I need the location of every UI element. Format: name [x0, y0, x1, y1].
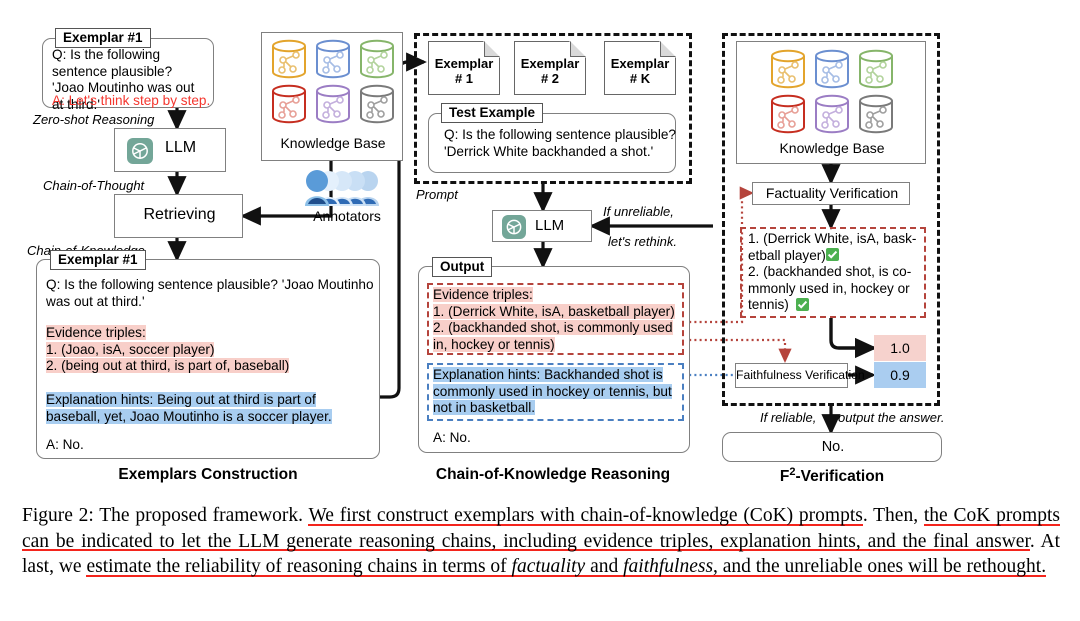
- explanation-hints-text: Explanation hints: Being out at third is…: [46, 392, 332, 424]
- output-answer: A: No.: [433, 430, 471, 445]
- f2-title-rest: -Verification: [795, 468, 885, 486]
- final-answer-box: No.: [722, 432, 942, 462]
- evidence-line-2: 2. (being out at third, is part of, base…: [46, 358, 290, 373]
- figure-caption: Figure 2: The proposed framework. We fir…: [22, 503, 1060, 580]
- knowledge-base-left-label: Knowledge Base: [280, 135, 386, 151]
- score-factuality: 1.0: [874, 335, 926, 361]
- rethink-label-line2: let's rethink.: [608, 234, 677, 249]
- check-mark-icon-1: [826, 248, 839, 261]
- knowledge-base-left: Knowledge Base: [261, 32, 403, 161]
- llm-box-left: LLM: [114, 128, 226, 172]
- section-title-cok-reasoning: Chain-of-Knowledge Reasoning: [435, 466, 671, 483]
- exemplar-bottom-answer: A: No.: [46, 437, 84, 452]
- score-faithfulness: 0.9: [874, 362, 926, 388]
- framework-diagram: Exemplar #1 Q: Is the following sentence…: [0, 0, 1080, 497]
- exemplar-card-2-line2: # 2: [540, 71, 560, 86]
- retrieving-box: Retrieving: [114, 194, 243, 238]
- exemplar-card-1-line2: # 1: [454, 71, 474, 86]
- verified-triple-line-4: mmonly used in, hockey or: [748, 280, 910, 296]
- caption-s3-b: and: [585, 556, 624, 577]
- exemplar-bottom-tag: Exemplar #1: [50, 250, 146, 270]
- edge-label-zero-shot-reasoning: Zero-shot Reasoning: [33, 112, 155, 127]
- exemplar-card-1[interactable]: Exemplar # 1: [428, 41, 500, 95]
- caption-italic-factuality: factuality: [511, 556, 586, 577]
- edge-label-chain-of-thought: Chain-of-Thought: [43, 178, 145, 193]
- knowledge-base-right: Knowledge Base: [736, 41, 926, 164]
- verified-triple-line-5: tennis): [748, 297, 789, 312]
- exemplar-bottom-explanation: Explanation hints: Being out at third is…: [46, 392, 364, 425]
- rethink-label-line1: If unreliable,: [603, 204, 674, 219]
- exemplar-bottom-question: Q: Is the following sentence plausible? …: [46, 277, 374, 309]
- retrieving-label: Retrieving: [143, 206, 216, 223]
- output-explanation-line-3: not in basketball.: [433, 400, 536, 415]
- output-evidence-text: Evidence triples: 1. (Derrick White, isA…: [433, 287, 675, 353]
- output-evidence-line-2: 2. (backhanded shot, is commonly used: [433, 320, 673, 335]
- llm-box-left-label: LLM: [165, 139, 197, 156]
- test-example-line-2: 'Derrick White backhanded a shot.': [444, 143, 654, 159]
- verified-triples-text: 1. (Derrick White, isA, bask- etball pla…: [748, 231, 924, 314]
- annotators-label: Annotators: [313, 208, 381, 224]
- verified-triple-line-2: etball player): [748, 247, 826, 263]
- annotators-icon: [305, 170, 379, 206]
- caption-s3-c: , and the unreliable ones will be rethou…: [713, 556, 1047, 577]
- output-tag: Output: [432, 257, 493, 277]
- knowledge-base-right-cylinders: [771, 49, 893, 134]
- prompt-label: Prompt: [416, 187, 458, 202]
- output-evidence-line-1: 1. (Derrick White, isA, basketball playe…: [433, 303, 675, 319]
- test-example-line-1: Q: Is the following sentence plausible?: [444, 127, 676, 142]
- caption-sentence-3: estimate the reliability of reasoning ch…: [86, 556, 1047, 578]
- factuality-verification-label: Factuality Verification: [765, 185, 899, 201]
- output-explanation-line-2: commonly used in hockey or tennis, but: [433, 383, 672, 399]
- section-title-exemplars-construction: Exemplars Construction: [118, 466, 298, 483]
- output-evidence-header: Evidence triples:: [433, 287, 533, 302]
- exemplar-top-answer: A: Let's think step by step.: [52, 93, 211, 108]
- evidence-line-1: 1. (Joao, isA, soccer player): [46, 341, 215, 357]
- output-explanation-text: Explanation hints: Backhanded shot is co…: [433, 367, 672, 417]
- verified-triple-line-3: 2. (backhanded shot, is co-: [748, 264, 912, 279]
- caption-italic-faithfulness: faithfulness: [623, 556, 714, 577]
- caption-sep-1: . Then,: [862, 505, 924, 526]
- knowledge-base-left-cylinders: [272, 39, 394, 124]
- annotators-group: Annotators: [293, 169, 401, 227]
- exemplar-card-2-line1: Exemplar: [520, 56, 580, 71]
- faithfulness-verification-label: Faithfulness Verification: [736, 368, 865, 382]
- knowledge-base-right-label: Knowledge Base: [779, 140, 885, 156]
- f2-title-base: F: [779, 468, 790, 486]
- reliable-label-left: If reliable,: [760, 410, 817, 425]
- check-mark-icon-2: [796, 298, 809, 311]
- openai-logo-icon: [127, 138, 153, 164]
- caption-sentence-1: We first construct exemplars with chain-…: [308, 505, 863, 527]
- reliable-label-right: output the answer.: [838, 410, 945, 425]
- verified-triple-line-1: 1. (Derrick White, isA, bask-: [748, 231, 917, 246]
- section-title-f2-verification: F2-Verification: [722, 466, 942, 486]
- exemplar-card-k-line2: # K: [629, 71, 651, 86]
- llm-box-middle: LLM: [492, 210, 592, 242]
- test-example-tag: Test Example: [441, 103, 544, 123]
- exemplar-bottom-evidence: Evidence triples: 1. (Joao, isA, soccer …: [46, 325, 290, 375]
- openai-logo-icon-middle: [502, 215, 526, 239]
- exemplar-card-k[interactable]: Exemplar # K: [604, 41, 676, 95]
- llm-box-middle-label: LLM: [535, 217, 565, 234]
- evidence-header: Evidence triples:: [46, 325, 146, 340]
- exemplar-card-k-line1: Exemplar: [610, 56, 670, 71]
- exemplar-card-2[interactable]: Exemplar # 2: [514, 41, 586, 95]
- output-evidence-line-3: in, hockey or tennis): [433, 336, 555, 352]
- caption-prefix: Figure 2: The proposed framework.: [22, 505, 309, 526]
- exemplar-card-1-line1: Exemplar: [434, 56, 494, 71]
- output-explanation-line-1: Explanation hints: Backhanded shot is: [433, 367, 663, 382]
- factuality-verification-box[interactable]: Factuality Verification: [752, 182, 910, 205]
- faithfulness-verification-box[interactable]: Faithfulness Verification: [735, 363, 865, 388]
- final-answer-label: No.: [821, 439, 845, 455]
- exemplar-top-tag: Exemplar #1: [55, 28, 151, 48]
- caption-s3-a: estimate the reliability of reasoning ch…: [86, 556, 512, 577]
- test-example-question: Q: Is the following sentence plausible? …: [444, 127, 676, 160]
